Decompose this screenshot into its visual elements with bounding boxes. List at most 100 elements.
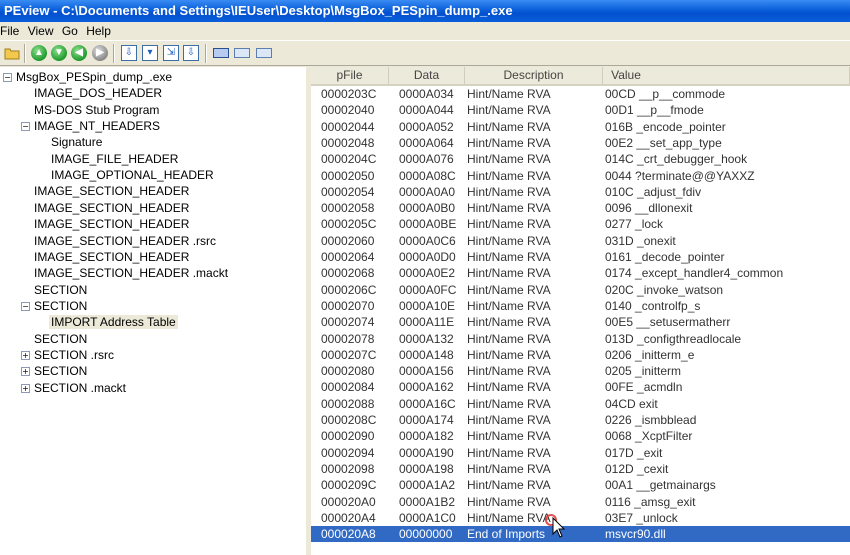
tree-item[interactable]: IMAGE_SECTION_HEADER [32, 249, 191, 265]
tree-item-label: IMAGE_SECTION_HEADER [34, 184, 190, 199]
title-bar: PEview - C:\Documents and Settings\IEUse… [0, 0, 850, 22]
tree-item[interactable]: SECTION [32, 363, 89, 379]
cell-pfile: 0000209C [321, 478, 377, 493]
tree-item-label: IMAGE_SECTION_HEADER [34, 200, 190, 215]
table-row[interactable]: 00002078 0000A132 Hint/Name RVA 013D _confi… [311, 331, 850, 347]
table-row[interactable]: 00002044 0000A052 Hint/Name RVA 016B _encod… [311, 119, 850, 135]
table-row[interactable]: 00002040 0000A044 Hint/Name RVA 00D1 __p__f… [311, 102, 850, 118]
table-row[interactable]: 00002084 0000A162 Hint/Name RVA 00FE _acmdl… [311, 379, 850, 395]
up-arrow-icon[interactable]: ▲ [31, 45, 47, 61]
menu-go[interactable]: Go [62, 22, 83, 40]
cell-value: 012D _cexit [605, 461, 669, 476]
tree-item[interactable]: IMAGE_SECTION_HEADER [32, 216, 191, 232]
table-row[interactable]: 0000207C 0000A148 Hint/Name RVA 0206 _initt… [311, 347, 850, 363]
table-row[interactable]: 0000204C 0000A076 Hint/Name RVA 014C _crt_d… [311, 151, 850, 167]
cell-data: 0000A1B2 [399, 494, 456, 509]
table-row[interactable]: 00002050 0000A08C Hint/Name RVA 0044 ?termi… [311, 168, 850, 184]
collapse-icon[interactable]: − [21, 122, 30, 132]
table-row[interactable]: 00002064 0000A0D0 Hint/Name RVA 0161 _decod… [311, 249, 850, 265]
expand-icon[interactable]: + [21, 350, 30, 360]
table-row[interactable]: 0000209C 0000A1A2 Hint/Name RVA 00A1 __getm… [311, 477, 850, 493]
menu-view[interactable]: View [28, 22, 59, 40]
tree-item[interactable]: Signature [49, 134, 104, 150]
tree-item[interactable]: SECTION [32, 331, 89, 347]
table-row[interactable]: 000020A0 0000A1B2 Hint/Name RVA 0116 _amsg_… [311, 494, 850, 510]
table-row[interactable]: 0000205C 0000A0BE Hint/Name RVA 0277 _lock [311, 216, 850, 232]
open-folder-icon[interactable] [4, 45, 20, 61]
view-list-icon[interactable] [234, 48, 250, 58]
tree-view[interactable]: − MsgBox_PESpin_dump_.exe IMAGE_DOS_HEADER… [0, 67, 307, 555]
table-row[interactable]: 0000206C 0000A0FC Hint/Name RVA 020C _invok… [311, 282, 850, 298]
table-row[interactable]: 000020A4 0000A1C0 Hint/Name RVA 03E7 _unloc… [311, 510, 850, 526]
column-header-data[interactable]: Data [389, 67, 465, 84]
cell-value: 031D _onexit [605, 233, 676, 248]
cell-pfile: 000020A4 [321, 510, 376, 525]
save-data-icon[interactable]: ▾ [142, 45, 158, 61]
back-arrow-icon[interactable]: ◀ [71, 45, 87, 61]
table-row[interactable]: 00002058 0000A0B0 Hint/Name RVA 0096 __dllo… [311, 200, 850, 216]
tree-item[interactable]: IMAGE_SECTION_HEADER .rsrc [32, 233, 218, 249]
cell-data: 0000A198 [399, 461, 454, 476]
column-header-description[interactable]: Description [465, 67, 603, 84]
view-hex-icon[interactable] [213, 48, 229, 58]
cell-data: 0000A174 [399, 413, 454, 427]
menu-file[interactable]: File [0, 22, 24, 40]
cell-pfile: 00002084 [321, 380, 375, 395]
table-row[interactable]: 00002068 0000A0E2 Hint/Name RVA 0174 _excep… [311, 265, 850, 281]
cell-description: Hint/Name RVA [467, 461, 551, 476]
tree-item[interactable]: IMPORT Address Table [49, 314, 178, 330]
cell-value: 0226 _ismbblead [605, 413, 697, 427]
tree-item[interactable]: IMAGE_FILE_HEADER [49, 151, 180, 167]
tree-item[interactable]: SECTION [32, 282, 89, 298]
tree-item[interactable]: MsgBox_PESpin_dump_.exe [14, 69, 174, 85]
tree-item[interactable]: IMAGE_SECTION_HEADER [32, 183, 191, 199]
view-detail-icon[interactable] [256, 48, 272, 58]
table-row[interactable]: 00002048 0000A064 Hint/Name RVA 00E2 __set_… [311, 135, 850, 151]
collapse-icon[interactable]: − [3, 73, 12, 82]
table-row[interactable]: 00002098 0000A198 Hint/Name RVA 012D _cexit [311, 461, 850, 477]
collapse-icon[interactable]: − [21, 301, 30, 311]
tree-item-label: IMAGE_FILE_HEADER [51, 151, 179, 166]
tree-item[interactable]: IMAGE_NT_HEADERS [32, 118, 162, 134]
tree-item[interactable]: SECTION .rsrc [32, 347, 116, 363]
column-header-pfile[interactable]: pFile [311, 67, 389, 84]
tree-item-label: IMAGE_SECTION_HEADER .rsrc [34, 233, 217, 248]
data-list-view[interactable]: pFile Data Description Value 0000203C 000… [311, 67, 850, 555]
expand-icon[interactable]: + [21, 367, 30, 377]
tree-item[interactable]: IMAGE_SECTION_HEADER .mackt [32, 265, 230, 281]
cell-value: 0206 _initterm_e [605, 347, 695, 362]
forward-arrow-icon[interactable]: ▶ [92, 45, 108, 61]
table-row[interactable]: 00002088 0000A16C Hint/Name RVA 04CD exit [311, 396, 850, 412]
table-row[interactable]: 00002054 0000A0A0 Hint/Name RVA 010C _adjus… [311, 184, 850, 200]
table-row[interactable]: 00002094 0000A190 Hint/Name RVA 017D _exit [311, 445, 850, 461]
cell-pfile: 00002094 [321, 445, 375, 460]
cell-data: 0000A0D0 [399, 250, 456, 264]
table-row[interactable]: 00002070 0000A10E Hint/Name RVA 0140 _contr… [311, 298, 850, 314]
down-arrow-icon[interactable]: ▼ [51, 45, 67, 61]
cell-pfile: 0000208C [321, 413, 377, 427]
export-icon[interactable]: ⇲ [163, 45, 179, 61]
tree-item[interactable]: SECTION [32, 298, 89, 314]
tree-item[interactable]: SECTION .mackt [32, 380, 128, 396]
table-row[interactable]: 00002060 0000A0C6 Hint/Name RVA 031D _onexi… [311, 233, 850, 249]
table-row[interactable]: 00002090 0000A182 Hint/Name RVA 0068 _XcptF… [311, 428, 850, 444]
cell-pfile: 00002058 [321, 201, 375, 216]
cell-data: 0000A10E [399, 298, 456, 313]
tree-item[interactable]: IMAGE_OPTIONAL_HEADER [49, 167, 216, 183]
cell-value: 0044 ?terminate@@YAXXZ [605, 168, 755, 183]
table-row[interactable]: 00002080 0000A156 Hint/Name RVA 0205 _initt… [311, 363, 850, 379]
save-section-icon[interactable]: ⇩ [121, 45, 137, 61]
menu-help[interactable]: Help [86, 22, 116, 40]
table-row[interactable]: 0000203C 0000A034 Hint/Name RVA 00CD __p__c… [311, 86, 850, 102]
tree-item[interactable]: IMAGE_DOS_HEADER [32, 85, 164, 101]
tree-item-label: SECTION [34, 298, 88, 313]
column-header-value[interactable]: Value [603, 67, 850, 84]
expand-icon[interactable]: + [21, 383, 30, 393]
tree-item[interactable]: IMAGE_SECTION_HEADER [32, 200, 191, 216]
table-row[interactable]: 0000208C 0000A174 Hint/Name RVA 0226 _ismbb… [311, 412, 850, 428]
import-icon[interactable]: ⇩ [183, 45, 199, 61]
table-row[interactable]: 00002074 0000A11E Hint/Name RVA 00E5 __setu… [311, 314, 850, 330]
cell-data: 0000A0C6 [399, 233, 456, 248]
tree-item[interactable]: MS-DOS Stub Program [32, 102, 161, 118]
table-row[interactable]: 000020A8 00000000 End of Imports msvcr90.dl… [311, 526, 850, 543]
